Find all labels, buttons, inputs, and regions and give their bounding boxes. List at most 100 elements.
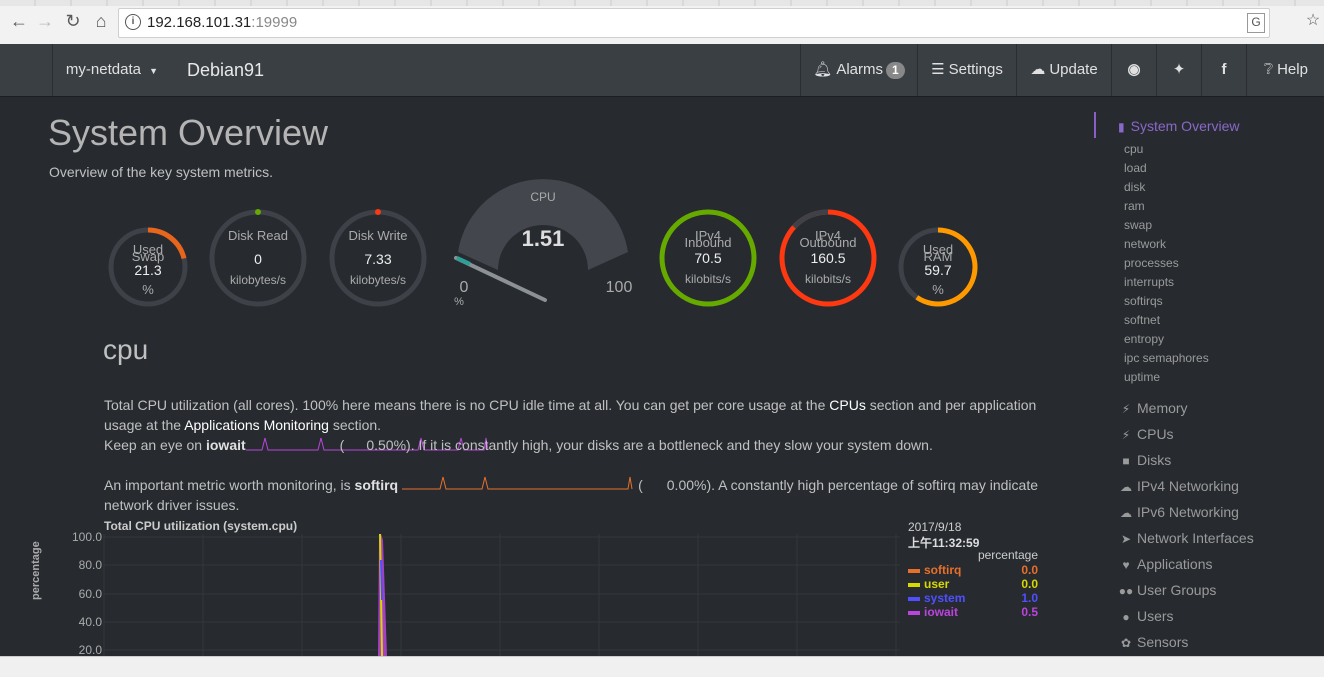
ram-unit: % — [932, 282, 944, 297]
cpu-gauge-value: 1.51 — [521, 226, 565, 251]
sidebar-subitem-softnet[interactable]: softnet — [1124, 313, 1160, 327]
bolt-icon: ⚡︎ — [1121, 402, 1131, 416]
sidebar-subitem-softirqs[interactable]: softirqs — [1124, 294, 1163, 308]
y-tick-60: 60.0 — [78, 587, 102, 601]
legend-value: 0.0 — [1021, 577, 1038, 591]
cpus-link[interactable]: CPUs — [829, 397, 866, 413]
cpu-chart-grid — [103, 534, 900, 656]
chart-y-axis-label: percentage — [30, 541, 42, 600]
legend-swatch — [908, 568, 920, 573]
sidebar-item-label: User Groups — [1137, 582, 1217, 598]
applications-monitoring-link[interactable]: Applications Monitoring — [184, 417, 329, 433]
iowait-desc-text-2: ). If it is constantly high, your disks … — [406, 437, 933, 453]
legend-item-softirq[interactable]: softirq 0.0 — [908, 563, 1038, 577]
sidebar-subitem-disk[interactable]: disk — [1124, 180, 1145, 194]
sidebar-item-sensors[interactable]: ✿ Sensors — [1118, 634, 1188, 650]
folder-icon: ■ — [1122, 454, 1130, 468]
heartbeat-icon: ♥ — [1122, 558, 1130, 572]
cpu-gauge-min: 0 — [459, 279, 469, 296]
legend-item-system[interactable]: system 1.0 — [908, 591, 1038, 605]
sidebar-subitem-uptime[interactable]: uptime — [1124, 370, 1160, 384]
legend-item-user[interactable]: user 0.0 — [908, 577, 1038, 591]
legend-swatch — [908, 582, 920, 587]
ipv4-inbound-unit: kilobits/s — [684, 272, 731, 286]
swap-unit: % — [142, 282, 154, 297]
sidebar-subitem-load[interactable]: load — [1124, 161, 1147, 175]
disk-write-value: 7.33 — [364, 251, 392, 267]
cloud-icon: ☁ — [1120, 480, 1132, 494]
iowait-description: Keep an eye on iowait(0.50%). If it is c… — [104, 437, 933, 453]
sidebar-subitem-interrupts[interactable]: interrupts — [1124, 275, 1174, 289]
sidebar-item-label: Users — [1137, 608, 1174, 624]
legend-swatch — [908, 596, 920, 601]
leaf-icon: ✿ — [1120, 636, 1132, 650]
ipv4-outbound-unit: kilobits/s — [804, 272, 851, 286]
disk-read-dot — [255, 209, 261, 215]
ram-value: 59.7 — [924, 262, 952, 278]
legend-item-iowait[interactable]: iowait 0.5 — [908, 605, 1038, 619]
bolt-icon: ⚡︎ — [1121, 428, 1131, 442]
softirq-description: An important metric worth monitoring, is… — [104, 477, 1038, 513]
sidebar-subitem-entropy[interactable]: entropy — [1124, 332, 1164, 346]
sidebar-item-ipv4-networking[interactable]: ☁ IPv4 Networking — [1118, 478, 1239, 494]
cloud-icon: ☁ — [1120, 506, 1132, 520]
cpu-chart-spike-system — [380, 559, 383, 601]
sidebar-subitem-ipc-semaphores[interactable]: ipc semaphores — [1124, 351, 1209, 365]
sidebar-item-label: Sensors — [1137, 634, 1189, 650]
sidebar-item-user-groups[interactable]: ●● User Groups — [1118, 582, 1217, 598]
disk-read-unit: kilobytes/s — [229, 273, 287, 287]
sidebar-item-system-overview[interactable]: ▮ System Overview — [1118, 118, 1240, 134]
bookmark-icon: ▮ — [1118, 120, 1125, 134]
legend-name: user — [924, 577, 950, 591]
sidebar-subitem-processes[interactable]: processes — [1124, 256, 1179, 270]
sidebar-item-label: Applications — [1137, 556, 1213, 572]
sidebar-active-marker — [1094, 112, 1096, 138]
legend-value: 0.5 — [1021, 605, 1038, 619]
legend-name: softirq — [924, 563, 962, 577]
ipv4-outbound-value: 160.5 — [810, 250, 846, 266]
iowait-term: iowait — [205, 437, 246, 453]
swap-gauge: Used Swap 21.3 % — [111, 242, 185, 297]
sidebar-item-ipv6-networking[interactable]: ☁ IPv6 Networking — [1118, 504, 1239, 520]
y-tick-80: 80.0 — [78, 558, 102, 572]
disk-write-unit: kilobytes/s — [349, 273, 407, 287]
sidebar-item-users[interactable]: ● Users — [1118, 608, 1174, 624]
iowait-value: 0.50% — [366, 437, 407, 453]
legend-value: 1.0 — [1021, 591, 1038, 605]
sidebar-item-network-interfaces[interactable]: ➤ Network Interfaces — [1118, 530, 1254, 546]
ipv4-outbound-label-dir: Outbound — [799, 235, 857, 250]
sidebar-subitem-cpu[interactable]: cpu — [1124, 142, 1143, 156]
disk-read-label: Disk Read — [228, 228, 288, 243]
softirq-desc-text: An important metric worth monitoring, is — [104, 477, 355, 493]
sidebar-item-disks[interactable]: ■ Disks — [1118, 452, 1171, 468]
y-tick-20: 20.0 — [78, 643, 102, 657]
sidebar-item-label: IPv6 Networking — [1137, 504, 1239, 520]
sidebar-subitem-swap[interactable]: swap — [1124, 218, 1152, 232]
legend-value: 0.0 — [1021, 563, 1038, 577]
ram-gauge: Used RAM 59.7 % — [901, 242, 975, 297]
cpu-gauge-label: CPU — [530, 190, 556, 204]
y-tick-100: 100.0 — [71, 530, 102, 544]
sidebar-item-label: Disks — [1137, 452, 1172, 468]
disk-read-value: 0 — [254, 251, 262, 267]
share-icon: ➤ — [1120, 532, 1132, 546]
sidebar-item-applications[interactable]: ♥ Applications — [1118, 556, 1213, 572]
swap-label-name: Swap — [131, 249, 165, 264]
softirq-term: softirq — [354, 477, 399, 493]
chart-units: percentage — [977, 548, 1038, 562]
disk-read-gauge: Disk Read 0 kilobytes/s — [213, 228, 303, 287]
user-icon: ● — [1122, 610, 1130, 624]
sidebar-subitem-ram[interactable]: ram — [1124, 199, 1145, 213]
sidebar-subitem-network[interactable]: network — [1124, 237, 1166, 251]
sidebar-item-memory[interactable]: ⚡︎ Memory — [1118, 400, 1188, 416]
chart-date: 2017/9/18 — [908, 520, 962, 534]
section-heading-cpu: cpu — [103, 334, 149, 365]
ipv4-inbound-gauge: IPv4 Inbound 70.5 kilobits/s — [668, 228, 748, 286]
disk-write-label: Disk Write — [348, 228, 408, 243]
browser-status-bar — [0, 656, 1324, 677]
disk-write-dot — [375, 209, 381, 215]
sidebar-item-cpus[interactable]: ⚡︎ CPUs — [1118, 426, 1174, 442]
chart-title: Total CPU utilization (system.cpu) — [104, 519, 298, 533]
swap-value: 21.3 — [134, 262, 162, 278]
cpu-desc-text: Total CPU utilization (all cores). 100% … — [104, 397, 830, 413]
